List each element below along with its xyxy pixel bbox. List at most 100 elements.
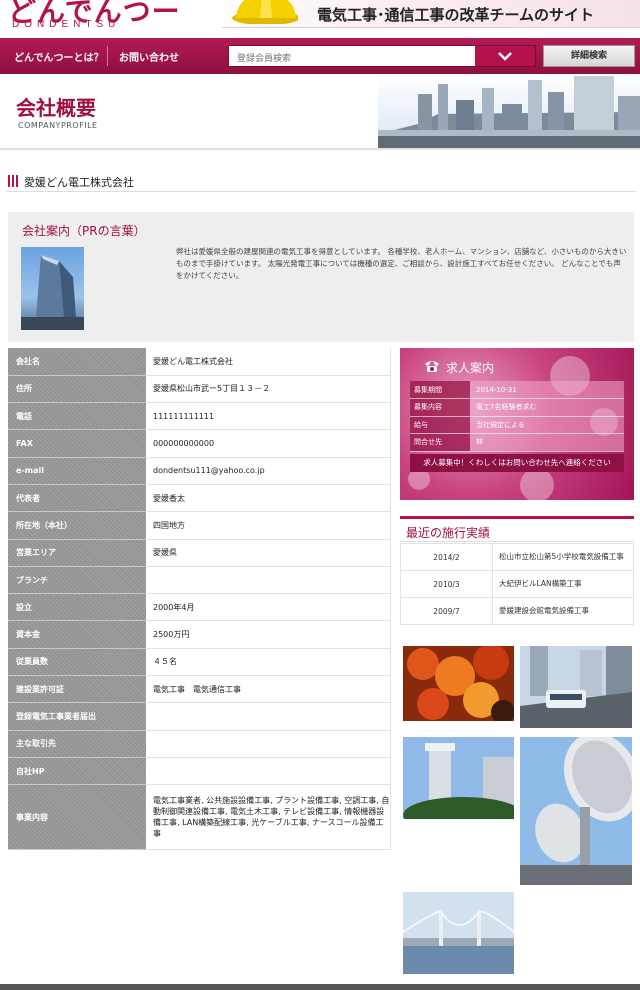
info-key: 登録電気工事業者届出 — [8, 702, 146, 731]
info-row: 設立 2000年4月 — [8, 593, 391, 622]
info-row: 主な取引先 — [8, 730, 391, 758]
pr-title: 会社案内（PRの言葉） — [22, 224, 146, 238]
nav-divider — [107, 46, 108, 66]
recruit-title: 求人案内 — [446, 361, 495, 375]
recruit-row: 募集内容 電工7名経験者求む — [410, 398, 624, 417]
info-value[interactable]: dondentsu111@yahoo.co.jp — [146, 457, 391, 485]
recruit-key: 募集期間 — [410, 381, 470, 399]
photo-tower — [403, 737, 514, 819]
info-key: 営業エリア — [8, 539, 146, 567]
info-row: 建設業許可証 電気工事 電気通信工事 — [8, 675, 391, 704]
recruit-value: 2014-10-31 — [470, 381, 624, 399]
chevron-down-icon — [498, 52, 512, 61]
info-row: 従業員数 ４５名 — [8, 648, 391, 677]
recruit-table: 募集期間 2014-10-31 募集内容 電工7名経験者求む 給与 当社規定による 問合せ先… — [410, 381, 624, 452]
info-value: 愛媛香太 — [146, 484, 391, 513]
info-value: 2000年4月 — [146, 593, 391, 622]
nav-contact[interactable]: お問い合わせ — [119, 49, 179, 64]
info-row: 資本金 2500万円 — [8, 620, 391, 649]
company-name-heading: 愛媛どん電工株式会社 — [24, 176, 134, 189]
info-key: 事業内容 — [8, 784, 146, 851]
info-value — [146, 730, 391, 758]
works-date: 2014/2 — [400, 543, 493, 571]
info-key: e-mail — [8, 457, 146, 485]
info-value: 000000000000 — [146, 429, 391, 458]
photo-bridge — [403, 892, 514, 974]
recruit-value: 当社規定による — [470, 416, 624, 434]
info-row: 営業エリア 愛媛県 — [8, 539, 391, 567]
works-table: 2014/2 松山市立松山第5小学校電気設備工事 2010/3 大紀伊ビルLAN構築工… — [400, 543, 634, 625]
info-key: 従業員数 — [8, 648, 146, 677]
works-name[interactable]: 愛媛建設会館電気設備工事 — [492, 597, 634, 625]
sparkle — [520, 468, 554, 500]
recruit-key: 問合せ先 — [410, 433, 470, 452]
member-search — [228, 45, 536, 69]
recruit-value: 電工7名経験者求む — [470, 398, 624, 417]
recruit-box: 求人案内 募集期間 2014-10-31 募集内容 電工7名経験者求む 給与 当社規定によ… — [400, 348, 634, 500]
nav-about[interactable]: どんでんつーとは？ — [14, 49, 104, 64]
info-value: 四国地方 — [146, 511, 391, 540]
info-key: 主な取引先 — [8, 730, 146, 758]
company-info-table: 会社名 愛媛どん電工株式会社 住所 愛媛県松山市武ー5丁目１３－２ 電話 11111111… — [8, 348, 391, 851]
info-row: FAX 000000000000 — [8, 429, 391, 458]
works-date: 2009/7 — [400, 597, 493, 625]
page-subtitle: COMPANYPROFILE — [18, 121, 98, 130]
info-row: e-mail dondentsu111@yahoo.co.jp — [8, 457, 391, 485]
works-row: 2009/7 愛媛建設会館電気設備工事 — [400, 597, 634, 625]
recruit-key: 募集内容 — [410, 398, 470, 417]
pr-text: 弊社は愛媛県全般の建屋関連の電気工事を得意としています。 各種学校、老人ホーム、… — [176, 247, 627, 280]
helmet-icon — [232, 0, 298, 24]
info-value: 愛媛どん電工株式会社 — [146, 348, 391, 376]
photo-satellite-dish — [520, 737, 632, 885]
works-name[interactable]: 大紀伊ビルLAN構築工事 — [492, 570, 634, 598]
info-key: 所在地（本社） — [8, 511, 146, 540]
info-key: FAX — [8, 429, 146, 458]
info-value — [146, 566, 391, 595]
top-banner: 電気工事･通信工事の改革チームのサイト — [222, 0, 640, 28]
info-key: 会社名 — [8, 348, 146, 376]
works-title: 最近の施行実績 — [400, 516, 634, 542]
info-key: 住所 — [8, 375, 146, 404]
pr-box: 会社案内（PRの言葉） 弊社は愛媛県全般の建屋関連の電気工事を得意としています。… — [8, 212, 634, 342]
info-value: 電気工事 電気通信工事 — [146, 675, 391, 704]
detail-search-button[interactable]: 詳細検索 — [543, 45, 635, 67]
info-key: 設立 — [8, 593, 146, 622]
info-row: 会社名 愛媛どん電工株式会社 — [8, 348, 391, 376]
search-dropdown-button[interactable] — [475, 46, 535, 66]
info-value: 111111111111 — [146, 402, 391, 431]
info-key: ブランチ — [8, 566, 146, 595]
works-date: 2010/3 — [400, 570, 493, 598]
info-value — [146, 757, 391, 786]
footer-bar — [0, 984, 640, 990]
works-name[interactable]: 松山市立松山第5小学校電気設備工事 — [492, 543, 634, 571]
info-value: 愛媛県松山市武ー5丁目１３－２ — [146, 375, 391, 404]
info-key: 自社HP — [8, 757, 146, 786]
info-key: 電話 — [8, 402, 146, 431]
search-input[interactable] — [229, 49, 473, 69]
company-heading: 愛媛どん電工株式会社 — [6, 172, 636, 192]
info-row: 電話 111111111111 — [8, 402, 391, 431]
page-title: 会社概要 — [16, 96, 96, 120]
phone-icon — [425, 361, 439, 372]
banner-text: 電気工事･通信工事の改革チームのサイト — [317, 6, 595, 24]
recruit-row: 給与 当社規定による — [410, 416, 624, 434]
site-logo-sub: DONDENTSU — [12, 19, 121, 30]
recruit-key: 給与 — [410, 416, 470, 434]
info-row: 代表者 愛媛香太 — [8, 484, 391, 513]
info-key: 資本金 — [8, 620, 146, 649]
recruit-row: 問合せ先林 — [410, 433, 624, 452]
recruit-value: 林 — [470, 433, 624, 452]
info-row: 登録電気工事業者届出 — [8, 702, 391, 731]
top-header: どんでんつー DONDENTSU 電気工事･通信工事の改革チームのサイト — [0, 0, 640, 38]
info-row: 事業内容 電気工事業者, 公共施設設備工事, プラント設備工事, 空調工事, 自動… — [8, 784, 391, 851]
photo-monorail — [520, 646, 632, 728]
info-row: 自社HP — [8, 757, 391, 786]
company-building-image — [21, 247, 84, 330]
city-skyline-image — [378, 74, 640, 148]
info-value: 2500万円 — [146, 620, 391, 649]
works-row: 2014/2 松山市立松山第5小学校電気設備工事 — [400, 543, 634, 571]
info-row: 所在地（本社） 四国地方 — [8, 511, 391, 540]
info-value: 愛媛県 — [146, 539, 391, 567]
photo-autumn-leaves — [403, 646, 514, 721]
recruit-note[interactable]: 求人募集中！くわしくはお問い合わせ先へ連絡ください — [410, 454, 624, 472]
